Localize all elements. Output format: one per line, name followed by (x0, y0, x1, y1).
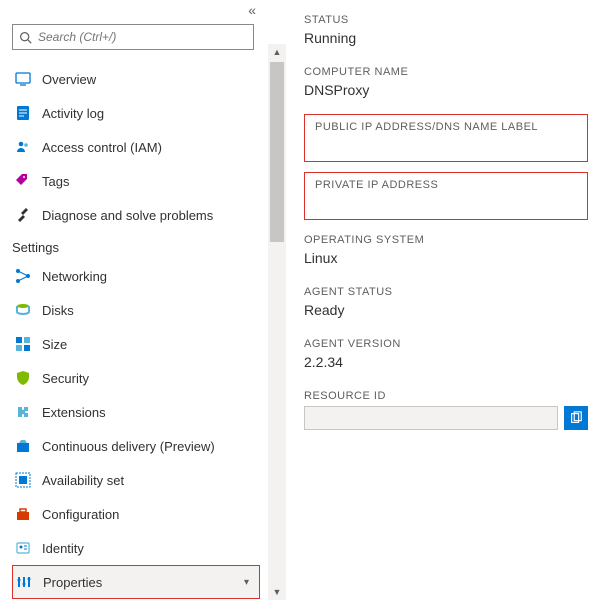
field-label: PRIVATE IP ADDRESS (315, 179, 577, 191)
field-private-ip-highlighted: PRIVATE IP ADDRESS (304, 172, 588, 220)
field-label: COMPUTER NAME (304, 66, 588, 78)
nav-label: Availability set (42, 473, 124, 488)
tools-icon (14, 206, 32, 224)
field-agent-version: AGENT VERSION 2.2.34 (304, 338, 588, 370)
shield-icon (14, 369, 32, 387)
toolbox-icon (14, 505, 32, 523)
sidebar-scrollbar[interactable]: ▲ ▼ (268, 44, 286, 600)
nav-label: Continuous delivery (Preview) (42, 439, 215, 454)
properties-icon (15, 573, 33, 591)
nav-security[interactable]: Security (12, 361, 260, 395)
field-label: AGENT STATUS (304, 286, 588, 298)
copy-icon (569, 411, 583, 425)
nav-label: Extensions (42, 405, 106, 420)
people-icon (14, 138, 32, 156)
field-value: Running (304, 30, 588, 46)
copy-button[interactable] (564, 406, 588, 430)
field-os: OPERATING SYSTEM Linux (304, 234, 588, 266)
nav-label: Properties (43, 575, 102, 590)
nav-access-control[interactable]: Access control (IAM) (12, 130, 260, 164)
field-label: PUBLIC IP ADDRESS/DNS NAME LABEL (315, 121, 577, 133)
availability-icon (14, 471, 32, 489)
nav-activity-log[interactable]: Activity log (12, 96, 260, 130)
field-label: STATUS (304, 14, 588, 26)
nav-continuous-delivery[interactable]: Continuous delivery (Preview) (12, 429, 260, 463)
network-icon (14, 267, 32, 285)
scroll-up-icon[interactable]: ▲ (268, 44, 286, 60)
nav-label: Networking (42, 269, 107, 284)
nav-networking[interactable]: Networking (12, 259, 260, 293)
scroll-thumb[interactable] (270, 62, 284, 242)
nav-properties[interactable]: Properties ▾ (12, 565, 260, 599)
nav-diagnose[interactable]: Diagnose and solve problems (12, 198, 260, 232)
field-status: STATUS Running (304, 14, 588, 46)
nav-label: Disks (42, 303, 74, 318)
nav-overview[interactable]: Overview (12, 62, 260, 96)
disks-icon (14, 301, 32, 319)
nav-configuration[interactable]: Configuration (12, 497, 260, 531)
rocket-icon (14, 437, 32, 455)
section-settings-header: Settings (12, 240, 260, 255)
nav-identity[interactable]: Identity (12, 531, 260, 565)
field-agent-status: AGENT STATUS Ready (304, 286, 588, 318)
nav-label: Security (42, 371, 89, 386)
tag-icon (14, 172, 32, 190)
log-icon (14, 104, 32, 122)
scroll-down-icon[interactable]: ▼ (268, 584, 286, 600)
nav-label: Activity log (42, 106, 104, 121)
field-label: AGENT VERSION (304, 338, 588, 350)
field-label: RESOURCE ID (304, 390, 588, 402)
nav-disks[interactable]: Disks (12, 293, 260, 327)
nav-label: Tags (42, 174, 69, 189)
field-public-ip-highlighted: PUBLIC IP ADDRESS/DNS NAME LABEL (304, 114, 588, 162)
field-value: Ready (304, 302, 588, 318)
nav-availability-set[interactable]: Availability set (12, 463, 260, 497)
field-value: 2.2.34 (304, 354, 588, 370)
sidebar: « Overview Activity log Access control (… (0, 0, 268, 611)
search-icon (19, 31, 32, 44)
nav-tags[interactable]: Tags (12, 164, 260, 198)
chevron-down-icon: ▾ (244, 577, 249, 588)
collapse-icon[interactable]: « (248, 2, 256, 18)
nav-label: Overview (42, 72, 96, 87)
monitor-icon (14, 70, 32, 88)
resource-id-input[interactable] (304, 406, 558, 430)
field-value: Linux (304, 250, 588, 266)
nav-size[interactable]: Size (12, 327, 260, 361)
identity-icon (14, 539, 32, 557)
field-value: DNSProxy (304, 82, 588, 98)
search-input[interactable] (38, 30, 247, 44)
nav-label: Diagnose and solve problems (42, 208, 213, 223)
nav-label: Access control (IAM) (42, 140, 162, 155)
field-label: OPERATING SYSTEM (304, 234, 588, 246)
search-input-wrap[interactable] (12, 24, 254, 50)
details-pane: STATUS Running COMPUTER NAME DNSProxy PU… (286, 0, 600, 611)
nav-label: Size (42, 337, 67, 352)
field-computer-name: COMPUTER NAME DNSProxy (304, 66, 588, 98)
field-resource-id: RESOURCE ID (304, 390, 588, 430)
nav-label: Configuration (42, 507, 119, 522)
nav-extensions[interactable]: Extensions (12, 395, 260, 429)
nav-label: Identity (42, 541, 84, 556)
puzzle-icon (14, 403, 32, 421)
size-icon (14, 335, 32, 353)
